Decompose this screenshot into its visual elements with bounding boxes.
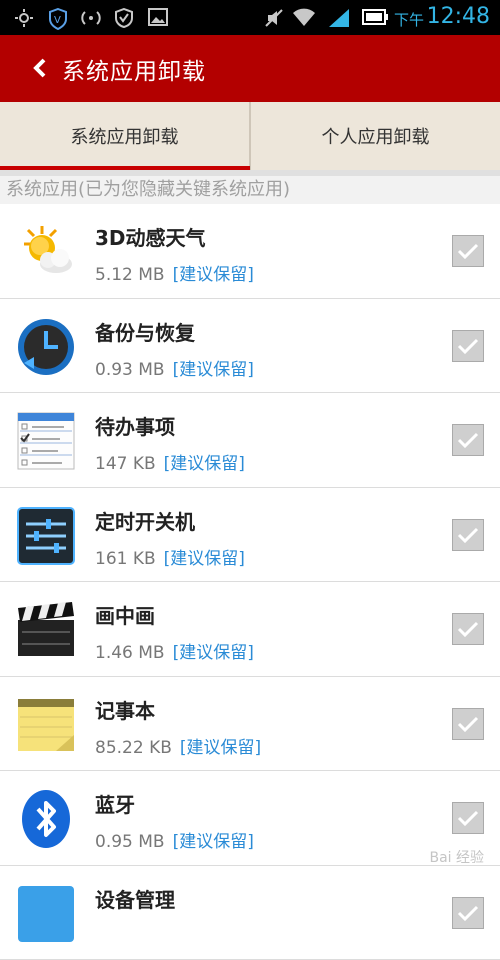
select-checkbox[interactable] bbox=[452, 708, 484, 740]
notepad-icon bbox=[16, 695, 76, 755]
scheduled-power-icon bbox=[16, 506, 76, 566]
wifi-icon bbox=[292, 8, 312, 28]
select-checkbox[interactable] bbox=[452, 330, 484, 362]
vpn-icon bbox=[114, 8, 134, 28]
backup-restore-icon bbox=[16, 317, 76, 377]
status-bar: V 下午 12:48 bbox=[0, 0, 500, 35]
chevron-left-icon bbox=[28, 53, 52, 83]
app-size-value: 147 KB bbox=[95, 454, 156, 474]
checkmark-icon bbox=[456, 617, 480, 641]
keep-tag: [建议保留] bbox=[164, 454, 245, 474]
shield-icon: V bbox=[48, 8, 68, 28]
tab-system-apps[interactable]: 系统应用卸载 bbox=[0, 102, 249, 170]
image-icon bbox=[148, 8, 168, 28]
checkmark-icon bbox=[456, 239, 480, 263]
section-header: 系统应用(已为您隐藏关键系统应用) bbox=[0, 176, 500, 204]
app-name: 备份与恢复 bbox=[95, 317, 195, 346]
list-item[interactable]: 蓝牙 0.95 MB [建议保留] bbox=[0, 771, 500, 866]
status-time: 12:48 bbox=[427, 4, 490, 29]
list-item[interactable]: 备份与恢复 0.93 MB [建议保留] bbox=[0, 299, 500, 394]
app-size-value: 85.22 KB bbox=[95, 738, 172, 758]
app-name: 记事本 bbox=[95, 695, 155, 724]
page-title: 系统应用卸载 bbox=[62, 52, 206, 86]
app-size-value: 0.95 MB bbox=[95, 832, 165, 852]
app-name: 设备管理 bbox=[95, 884, 175, 913]
keep-tag: [建议保留] bbox=[164, 549, 245, 569]
checkmark-icon bbox=[456, 901, 480, 925]
app-size: 147 KB [建议保留] bbox=[95, 449, 245, 474]
back-button[interactable] bbox=[28, 53, 52, 83]
checkmark-icon bbox=[456, 712, 480, 736]
brightness-icon bbox=[14, 8, 34, 28]
select-checkbox[interactable] bbox=[452, 613, 484, 645]
app-size: 5.12 MB [建议保留] bbox=[95, 260, 254, 285]
bluetooth-icon bbox=[16, 789, 76, 849]
list-item[interactable]: 定时开关机 161 KB [建议保留] bbox=[0, 488, 500, 583]
checkmark-icon bbox=[456, 806, 480, 830]
app-name: 3D动感天气 bbox=[95, 222, 206, 251]
title-bar: 系统应用卸载 bbox=[0, 35, 500, 102]
device-manager-icon bbox=[16, 884, 76, 944]
list-item[interactable]: 画中画 1.46 MB [建议保留] bbox=[0, 582, 500, 677]
tab-bar: 系统应用卸载 个人应用卸载 bbox=[0, 102, 500, 171]
wifi-hotspot-icon bbox=[80, 8, 100, 28]
app-name: 定时开关机 bbox=[95, 506, 195, 535]
keep-tag: [建议保留] bbox=[173, 643, 254, 663]
list-item[interactable]: 3D动感天气 5.12 MB [建议保留] bbox=[0, 204, 500, 299]
select-checkbox[interactable] bbox=[452, 235, 484, 267]
app-size-value: 0.93 MB bbox=[95, 360, 165, 380]
battery-icon bbox=[362, 8, 390, 28]
keep-tag: [建议保留] bbox=[173, 360, 254, 380]
app-size: 0.95 MB [建议保留] bbox=[95, 827, 254, 852]
app-size: 85.22 KB [建议保留] bbox=[95, 733, 261, 758]
app-size-value: 5.12 MB bbox=[95, 265, 165, 285]
signal-icon bbox=[328, 8, 348, 28]
checkmark-icon bbox=[456, 428, 480, 452]
clapperboard-icon bbox=[16, 600, 76, 660]
app-size: 161 KB [建议保留] bbox=[95, 544, 245, 569]
app-name: 待办事项 bbox=[95, 411, 175, 440]
select-checkbox[interactable] bbox=[452, 897, 484, 929]
app-size: 0.93 MB [建议保留] bbox=[95, 355, 254, 380]
checkmark-icon bbox=[456, 334, 480, 358]
todo-list-icon bbox=[16, 411, 76, 471]
list-item[interactable]: 设备管理 bbox=[0, 866, 500, 960]
app-size-value: 161 KB bbox=[95, 549, 156, 569]
status-ampm: 下午 bbox=[394, 9, 424, 30]
list-item[interactable]: 待办事项 147 KB [建议保留] bbox=[0, 393, 500, 488]
list-item[interactable]: 记事本 85.22 KB [建议保留] bbox=[0, 677, 500, 772]
app-name: 画中画 bbox=[95, 600, 155, 629]
keep-tag: [建议保留] bbox=[180, 738, 261, 758]
select-checkbox[interactable] bbox=[452, 802, 484, 834]
keep-tag: [建议保留] bbox=[173, 832, 254, 852]
weather-icon bbox=[16, 222, 76, 282]
tab-personal-apps[interactable]: 个人应用卸载 bbox=[251, 102, 500, 170]
keep-tag: [建议保留] bbox=[173, 265, 254, 285]
svg-text:V: V bbox=[54, 15, 61, 26]
mute-icon bbox=[264, 8, 284, 28]
watermark: Bai 经验 bbox=[429, 847, 484, 867]
tab-label: 个人应用卸载 bbox=[322, 123, 430, 149]
select-checkbox[interactable] bbox=[452, 519, 484, 551]
app-size-value: 1.46 MB bbox=[95, 643, 165, 663]
checkmark-icon bbox=[456, 523, 480, 547]
app-list: 3D动感天气 5.12 MB [建议保留] 备份与恢复 0.93 MB [建议保留]… bbox=[0, 204, 500, 960]
tab-label: 系统应用卸载 bbox=[71, 123, 179, 149]
app-name: 蓝牙 bbox=[95, 789, 135, 818]
app-size bbox=[95, 922, 103, 942]
app-size: 1.46 MB [建议保留] bbox=[95, 638, 254, 663]
select-checkbox[interactable] bbox=[452, 424, 484, 456]
